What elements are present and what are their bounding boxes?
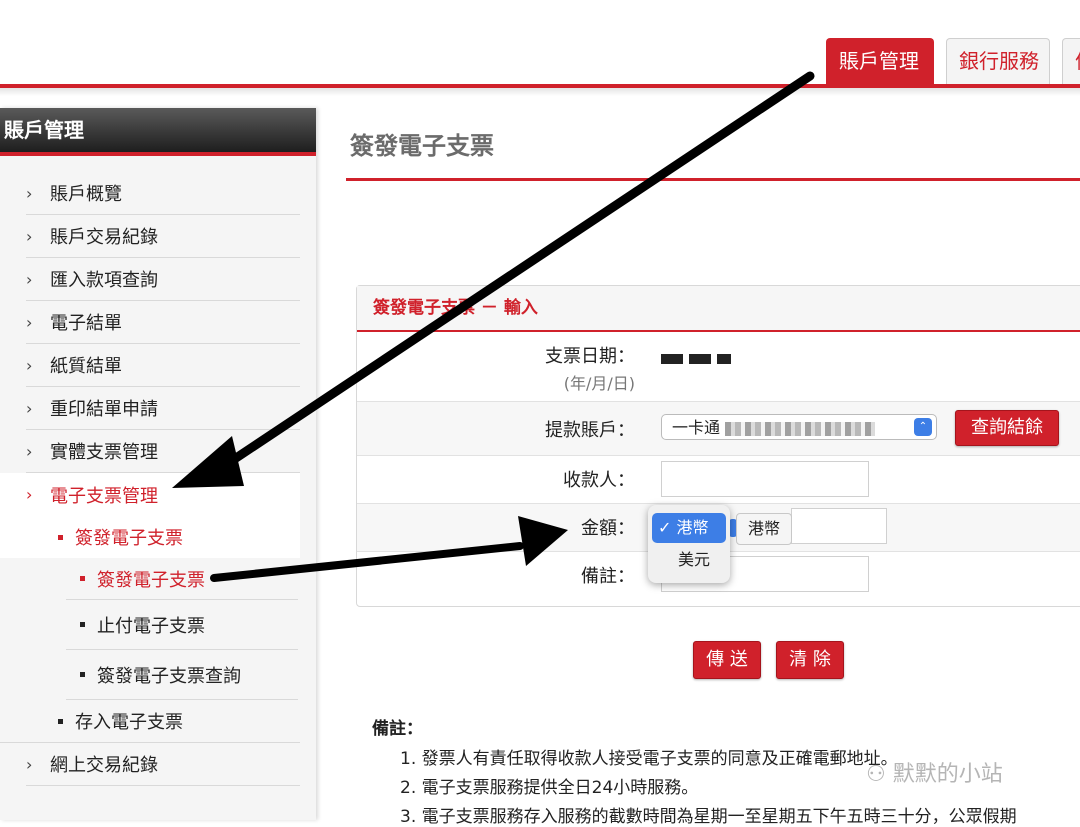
sidebar-item-overview[interactable]: › 賬戶概覽 bbox=[26, 172, 300, 215]
sidebar-sub-issue-heading[interactable]: 簽發電子支票 bbox=[26, 516, 300, 558]
sidebar-item-label: 實體支票管理 bbox=[50, 442, 158, 463]
sidebar-sub-label: 簽發電子支票 bbox=[97, 569, 205, 591]
account-label: 提款賬戶： bbox=[545, 420, 635, 441]
balance-enquiry-button[interactable]: 查詢結餘 bbox=[955, 410, 1059, 446]
payee-label: 收款人： bbox=[563, 470, 635, 491]
tab-credit[interactable]: 信 bbox=[1062, 38, 1080, 84]
row-withdraw-account: 提款賬戶： 一卡通 ⌃ 查詢結餘 bbox=[357, 402, 1080, 456]
sidebar-subsub-stop[interactable]: 止付電子支票 bbox=[66, 600, 298, 650]
sidebar-item-label: 電子支票管理 bbox=[50, 485, 158, 507]
row-cheque-date: 支票日期： (年/月/日) bbox=[357, 332, 1080, 402]
currency-option-usd[interactable]: 美元 bbox=[652, 545, 726, 575]
bullet-icon bbox=[58, 534, 63, 540]
sidebar-sub-label: 簽發電子支票查詢 bbox=[97, 665, 241, 687]
chevron-right-icon: › bbox=[26, 485, 33, 504]
watermark: ⚇ 默默的小站 bbox=[866, 756, 1003, 788]
currency-option-hkd[interactable]: ✓ 港幣 bbox=[652, 513, 726, 543]
sidebar-expanded-section: › 電子支票管理 簽發電子支票 bbox=[0, 473, 300, 558]
row-payee: 收款人： bbox=[357, 456, 1080, 504]
send-button[interactable]: 傳 送 bbox=[693, 641, 761, 679]
note-item: 1. 發票人有責任取得收款人接受電子支票的同意及正確電郵地址。 bbox=[400, 749, 898, 769]
date-label: 支票日期： bbox=[545, 346, 635, 367]
sidebar-item-reprint-statement[interactable]: › 重印結單申請 bbox=[26, 387, 300, 430]
remark-label: 備註： bbox=[581, 566, 635, 587]
bullet-icon bbox=[58, 718, 63, 724]
bullet-icon bbox=[80, 622, 85, 627]
sidebar-subsub-issue[interactable]: 簽發電子支票 bbox=[66, 558, 298, 600]
title-divider bbox=[346, 178, 1080, 181]
chevron-right-icon: › bbox=[26, 398, 33, 418]
chevron-right-icon: › bbox=[26, 754, 33, 774]
account-select[interactable]: 一卡通 ⌃ bbox=[661, 414, 937, 440]
sidebar-subsub-enquiry[interactable]: 簽發電子支票查詢 bbox=[66, 650, 298, 700]
sidebar-item-label: 賬戶概覽 bbox=[50, 184, 122, 205]
sidebar-sub-label: 簽發電子支票 bbox=[75, 528, 183, 549]
amount-input[interactable] bbox=[791, 508, 887, 544]
sidebar-sub-deposit[interactable]: 存入電子支票 bbox=[0, 700, 300, 743]
sidebar-menu: › 賬戶概覽 › 賬戶交易紀錄 › 匯入款項查詢 › 電子結單 › 紙質結單 › 重印結單申… bbox=[0, 172, 300, 786]
tab-account-management[interactable]: 賬戶管理 bbox=[826, 38, 934, 84]
sidebar-item-label: 網上交易紀錄 bbox=[50, 755, 158, 776]
chevron-right-icon: › bbox=[26, 269, 33, 289]
chevron-right-icon: › bbox=[26, 226, 33, 246]
sidebar-item-label: 紙質結單 bbox=[50, 356, 122, 377]
bullet-icon bbox=[80, 576, 85, 581]
chevron-right-icon: › bbox=[26, 312, 33, 332]
sidebar-item-paper-cheque[interactable]: › 實體支票管理 bbox=[26, 430, 300, 473]
account-select-value: 一卡通 bbox=[672, 418, 721, 437]
watermark-text: 默默的小站 bbox=[892, 762, 1003, 787]
sidebar-item-e-statement[interactable]: › 電子結單 bbox=[26, 301, 300, 344]
chevron-right-icon: › bbox=[26, 183, 33, 203]
sidebar-item-transactions[interactable]: › 賬戶交易紀錄 bbox=[26, 215, 300, 258]
tab-bank-services[interactable]: 銀行服務 bbox=[946, 38, 1050, 84]
amount-label: 金額： bbox=[581, 518, 635, 539]
bullet-icon bbox=[80, 672, 85, 677]
account-number-redacted bbox=[725, 421, 876, 436]
top-shadow bbox=[0, 88, 1080, 96]
page-title: 簽發電子支票 bbox=[350, 132, 494, 160]
payee-input[interactable] bbox=[661, 461, 869, 497]
date-value-redacted bbox=[661, 348, 737, 367]
sidebar-item-label: 電子結單 bbox=[50, 313, 122, 334]
sidebar-item-online-transactions[interactable]: › 網上交易紀錄 bbox=[26, 743, 300, 786]
sidebar-sub-label: 存入電子支票 bbox=[75, 712, 183, 733]
sidebar-item-paper-statement[interactable]: › 紙質結單 bbox=[26, 344, 300, 387]
sidebar: 賬戶管理 › 賬戶概覽 › 賬戶交易紀錄 › 匯入款項查詢 › 電子結單 › 紙質結單 ›… bbox=[0, 108, 316, 820]
sidebar-sub-label: 止付電子支票 bbox=[97, 615, 205, 637]
chevron-right-icon: › bbox=[26, 441, 33, 461]
sidebar-item-label: 匯入款項查詢 bbox=[50, 270, 158, 291]
note-item: 3. 電子支票服務存入服務的截數時間為星期一至星期五下午五時三十分，公眾假期 bbox=[400, 807, 1017, 827]
currency-select[interactable]: 港幣 bbox=[736, 513, 792, 545]
clear-button[interactable]: 清 除 bbox=[776, 641, 844, 679]
sidebar-item-label: 賬戶交易紀錄 bbox=[50, 227, 158, 248]
currency-dropdown: ✓ 港幣 美元 bbox=[648, 505, 730, 583]
note-item: 2. 電子支票服務提供全日24小時服務。 bbox=[400, 778, 699, 798]
sidebar-item-label: 重印結單申請 bbox=[50, 399, 158, 420]
chevron-right-icon: › bbox=[26, 355, 33, 375]
date-hint: (年/月/日) bbox=[563, 374, 635, 393]
sidebar-item-e-cheque[interactable]: › 電子支票管理 bbox=[26, 473, 300, 516]
panel-title: 簽發電子支票 － 輸入 bbox=[357, 286, 1080, 332]
sidebar-item-inward-remittance[interactable]: › 匯入款項查詢 bbox=[26, 258, 300, 301]
notes-title: 備註： bbox=[372, 719, 423, 739]
wechat-icon: ⚇ bbox=[866, 762, 886, 787]
select-arrow-icon: ⌃ bbox=[914, 418, 932, 436]
sidebar-title: 賬戶管理 bbox=[0, 108, 316, 156]
